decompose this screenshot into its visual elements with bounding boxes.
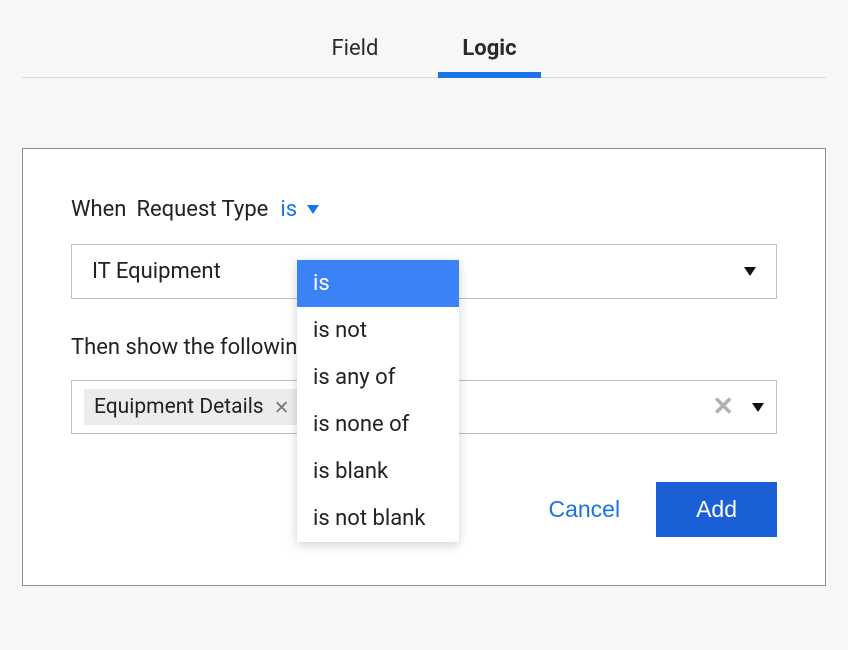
operator-option-is-none-of[interactable]: is none of: [297, 401, 459, 448]
field-chip: Equipment Details ✕: [84, 389, 300, 425]
operator-option-is-blank[interactable]: is blank: [297, 448, 459, 495]
field-chip-label: Equipment Details: [94, 395, 264, 419]
operator-option-is[interactable]: is: [297, 260, 459, 307]
condition-field-name: Request Type: [136, 197, 268, 222]
chip-remove-icon[interactable]: ✕: [274, 396, 290, 419]
operator-option-is-not[interactable]: is not: [297, 307, 459, 354]
condition-line: When Request Type is: [71, 193, 777, 226]
when-prefix-label: When: [71, 197, 126, 222]
multiselect-controls: ✕: [712, 394, 764, 420]
condition-operator-value: is: [280, 197, 297, 222]
cancel-button[interactable]: Cancel: [540, 486, 628, 533]
tab-field[interactable]: Field: [301, 22, 408, 77]
add-button[interactable]: Add: [656, 482, 777, 537]
tabs-row: Field Logic: [22, 0, 826, 78]
caret-down-icon: [307, 205, 319, 214]
clear-all-icon[interactable]: ✕: [712, 394, 734, 420]
operator-option-is-not-blank[interactable]: is not blank: [297, 495, 459, 542]
condition-operator-dropdown[interactable]: is: [278, 193, 321, 226]
tab-logic[interactable]: Logic: [432, 22, 546, 77]
condition-value-text: IT Equipment: [92, 259, 221, 284]
caret-down-icon: [744, 267, 756, 276]
caret-down-icon: [752, 403, 764, 412]
operator-dropdown-menu: is is not is any of is none of is blank …: [297, 260, 459, 542]
operator-option-is-any-of[interactable]: is any of: [297, 354, 459, 401]
